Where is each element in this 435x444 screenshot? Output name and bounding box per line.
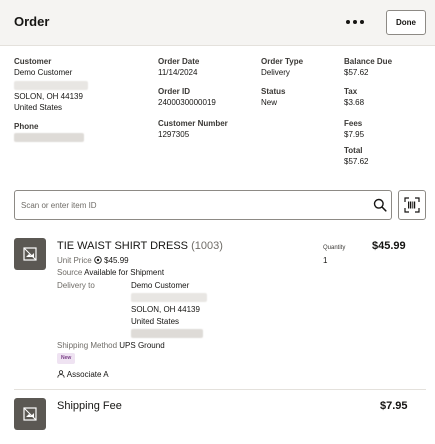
source-row: Source Available for Shipment	[57, 268, 164, 278]
order-date: 11/14/2024	[158, 68, 198, 77]
tax-value: $3.68	[344, 98, 365, 107]
info-icon[interactable]	[94, 256, 102, 264]
order-type-label: Order Type	[261, 57, 304, 66]
total-value: $57.62	[344, 157, 369, 166]
item-title[interactable]: TIE WAIST SHIRT DRESS (1003)	[57, 240, 223, 252]
item-code: (1003)	[191, 240, 223, 252]
redacted-delivery-address	[131, 293, 207, 302]
fee-name[interactable]: Shipping Fee	[57, 400, 122, 412]
order-status: New	[261, 98, 278, 107]
more-options-icon[interactable]	[345, 12, 365, 32]
customer-country: United States	[14, 103, 63, 112]
delivery-city: SOLON, OH 44139	[131, 305, 200, 314]
customer-label: Customer	[14, 57, 52, 66]
scan-button[interactable]	[398, 190, 426, 220]
total-label: Total	[344, 146, 363, 155]
delivery-name: Demo Customer	[131, 281, 190, 290]
redacted-address	[14, 81, 88, 90]
delivery-country: United States	[131, 317, 180, 326]
associate-row[interactable]: Associate A	[57, 370, 109, 380]
barcode-scan-icon	[404, 197, 420, 213]
order-id: 2400030000019	[158, 98, 216, 107]
delivery-label: Delivery to	[57, 281, 95, 290]
fee-price: $7.95	[380, 400, 408, 412]
order-id-label: Order ID	[158, 87, 191, 96]
phone-label: Phone	[14, 122, 39, 131]
unit-price-label: Unit Price	[57, 256, 92, 265]
fees-value: $7.95	[344, 130, 365, 139]
search-icon[interactable]	[373, 198, 387, 212]
customer-number: 1297305	[158, 130, 190, 139]
order-date-label: Order Date	[158, 57, 200, 66]
shipping-method-label: Shipping Method	[57, 341, 118, 350]
shipping-method: UPS Ground	[119, 341, 165, 350]
quantity-value: 1	[323, 256, 328, 265]
page-header: Order Done	[0, 0, 435, 46]
customer-number-label: Customer Number	[158, 119, 228, 128]
quantity-label: Quantity	[323, 245, 346, 251]
source-value: Available for Shipment	[84, 268, 165, 277]
customer-city: SOLON, OH 44139	[14, 92, 83, 101]
balance-due-label: Balance Due	[344, 57, 393, 66]
fees-label: Fees	[344, 119, 363, 128]
item-search-input[interactable]	[21, 198, 361, 213]
associate-name: Associate A	[66, 370, 109, 379]
redacted-delivery-phone	[131, 329, 203, 338]
done-button[interactable]: Done	[386, 10, 426, 35]
item-search-box	[14, 190, 392, 220]
item-name: TIE WAIST SHIRT DRESS	[57, 240, 189, 252]
item-thumbnail	[14, 238, 46, 270]
person-icon	[57, 370, 65, 378]
status-badge: New	[57, 353, 76, 364]
unit-price: $45.99	[104, 256, 129, 265]
divider	[14, 389, 426, 390]
redacted-phone	[14, 133, 84, 142]
source-label: Source	[57, 268, 83, 277]
image-placeholder-icon	[23, 247, 37, 261]
fee-thumbnail	[14, 398, 46, 430]
shipping-method-row: Shipping Method UPS Ground	[57, 341, 165, 351]
tax-label: Tax	[344, 87, 358, 96]
customer-name: Demo Customer	[14, 68, 73, 77]
balance-due: $57.62	[344, 68, 369, 77]
page-title: Order	[14, 14, 50, 29]
order-type: Delivery	[261, 68, 290, 77]
item-price: $45.99	[372, 240, 406, 252]
unit-price-row: Unit Price $45.99	[57, 256, 129, 266]
status-label: Status	[261, 87, 286, 96]
image-placeholder-icon	[23, 407, 37, 421]
